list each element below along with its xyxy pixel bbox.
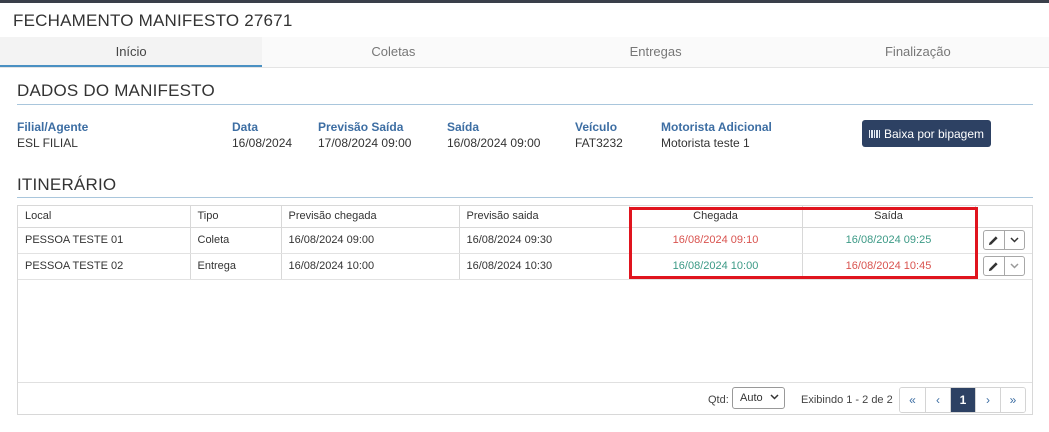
field-saida: Saída 16/08/2024 09:00 — [447, 120, 540, 150]
chevron-down-icon — [1010, 263, 1019, 269]
field-filial: Filial/Agente ESL FILIAL — [17, 120, 88, 150]
edit-button[interactable] — [984, 231, 1004, 249]
cell-previsao-saida: 16/08/2024 10:30 — [459, 253, 630, 280]
chevron-down-icon — [1010, 237, 1019, 243]
button-label: Baixa por bipagem — [883, 126, 985, 141]
field-label: Motorista Adicional — [661, 120, 772, 134]
cell-previsao-chegada: 16/08/2024 09:00 — [281, 227, 460, 254]
tab-entregas[interactable]: Entregas — [524, 37, 787, 67]
field-veiculo: Veículo FAT3232 — [575, 120, 623, 150]
last-page-button[interactable]: » — [1000, 388, 1025, 412]
cell-local: PESSOA TESTE 01 — [18, 227, 191, 254]
field-data: Data 16/08/2024 — [232, 120, 292, 150]
field-motorista-adicional: Motorista Adicional Motorista teste 1 — [661, 120, 772, 150]
cell-tipo: Coleta — [190, 227, 282, 254]
page-button-current[interactable]: 1 — [950, 388, 975, 412]
field-label: Saída — [447, 120, 480, 134]
highlight-box — [629, 207, 978, 279]
barcode-icon — [868, 129, 880, 138]
pagination-bar: Qtd: Auto Exibindo 1 - 2 de 2 « ‹ 1 › » — [18, 382, 1032, 415]
column-header-tipo[interactable]: Tipo — [190, 206, 282, 228]
column-header-previsao-saida[interactable]: Previsão saida — [459, 206, 630, 228]
cell-actions — [975, 227, 1032, 254]
page-size-select[interactable]: Auto — [732, 387, 785, 409]
cell-previsao-chegada: 16/08/2024 10:00 — [281, 253, 460, 280]
prev-page-button[interactable]: ‹ — [925, 388, 950, 412]
section-divider — [17, 197, 1033, 198]
chevron-down-icon — [770, 394, 779, 400]
field-label: Veículo — [575, 120, 618, 134]
column-header-previsao-chegada[interactable]: Previsão chegada — [281, 206, 460, 228]
next-page-button[interactable]: › — [975, 388, 1000, 412]
tab-bar: Início Coletas Entregas Finalização — [0, 37, 1049, 68]
column-header-actions — [975, 206, 1032, 228]
page-title: FECHAMENTO MANIFESTO 27671 — [13, 11, 293, 30]
pencil-icon — [989, 261, 998, 271]
field-value: 17/08/2024 09:00 — [318, 136, 412, 150]
field-value: ESL FILIAL — [17, 136, 78, 150]
tab-inicio[interactable]: Início — [0, 37, 263, 67]
section-title-itinerario: ITINERÁRIO — [17, 175, 117, 194]
cell-previsao-saida: 16/08/2024 09:30 — [459, 227, 630, 254]
row-menu-dropdown-button[interactable] — [1003, 231, 1024, 249]
column-header-local[interactable]: Local — [18, 206, 191, 228]
cell-tipo: Entrega — [190, 253, 282, 280]
row-menu-dropdown-button[interactable] — [1003, 257, 1024, 275]
pagination-summary: Exibindo 1 - 2 de 2 — [801, 394, 893, 406]
baixa-por-bipagem-button[interactable]: Baixa por bipagem — [862, 120, 991, 147]
cell-actions — [975, 253, 1032, 280]
page-size-value: Auto — [740, 392, 763, 404]
field-value: 16/08/2024 09:00 — [447, 136, 541, 150]
field-label: Filial/Agente — [17, 120, 89, 134]
tab-finalizacao[interactable]: Finalização — [786, 37, 1049, 67]
cell-local: PESSOA TESTE 02 — [18, 253, 191, 280]
edit-button[interactable] — [984, 257, 1004, 275]
tab-coletas[interactable]: Coletas — [262, 37, 525, 67]
section-divider — [17, 104, 1033, 105]
row-actions — [982, 256, 1025, 276]
row-actions — [982, 230, 1025, 250]
field-label: Data — [232, 120, 259, 134]
qtd-label: Qtd: — [708, 394, 729, 406]
field-value: FAT3232 — [575, 136, 623, 150]
field-value: Motorista teste 1 — [661, 136, 750, 150]
first-page-button[interactable]: « — [900, 388, 925, 412]
top-border — [0, 0, 1049, 3]
section-title-dados: DADOS DO MANIFESTO — [17, 81, 215, 100]
pencil-icon — [989, 235, 998, 245]
field-value: 16/08/2024 — [232, 136, 293, 150]
field-previsao-saida: Previsão Saída 17/08/2024 09:00 — [318, 120, 411, 150]
pagination-buttons: « ‹ 1 › » — [899, 387, 1026, 413]
field-label: Previsão Saída — [318, 120, 404, 134]
